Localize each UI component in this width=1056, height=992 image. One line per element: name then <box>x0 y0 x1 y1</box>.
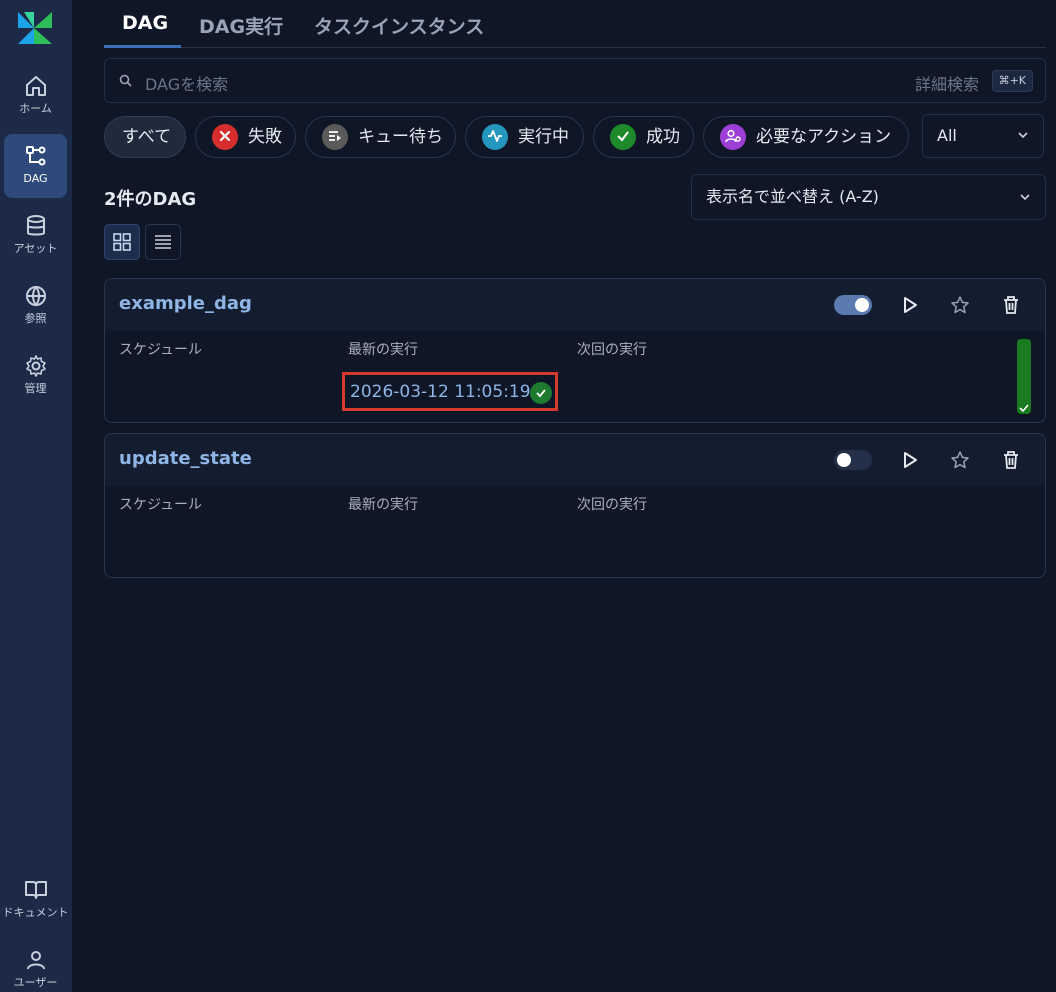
filter-success[interactable]: 成功 <box>593 116 694 158</box>
sidebar-item-admin[interactable]: 管理 <box>4 344 67 408</box>
gear-icon <box>25 355 46 377</box>
chevron-down-icon <box>1018 132 1028 139</box>
list-icon <box>155 235 171 249</box>
tab-task-instances[interactable]: タスクインスタンス <box>314 12 484 39</box>
check-circle-icon <box>610 124 636 150</box>
database-icon <box>26 215 45 236</box>
filter-label: 実行中 <box>518 127 569 147</box>
success-check-icon <box>530 382 552 404</box>
filter-label: 失敗 <box>248 127 282 147</box>
list-view-button[interactable] <box>145 224 181 260</box>
sidebar: ホーム DAG アセット 参照 管理 ドキュメント ユーザー <box>0 0 72 992</box>
grid-icon <box>113 233 131 251</box>
last-run-label: 最新の実行 <box>348 342 418 358</box>
play-icon[interactable] <box>902 450 918 470</box>
dag-card-header: example_dag <box>105 279 1045 331</box>
sidebar-item-label: 管理 <box>24 382 47 395</box>
dag-card: example_dag スケジュール 最新の実行 次回の実行 2026-03-1… <box>104 278 1046 423</box>
x-circle-icon <box>212 124 238 150</box>
search-input[interactable]: DAGを検索 詳細検索 ⌘+K <box>104 58 1046 103</box>
shortcut-badge: ⌘+K <box>991 70 1033 92</box>
next-run-label: 次回の実行 <box>577 342 647 358</box>
sidebar-item-docs[interactable]: ドキュメント <box>3 868 69 932</box>
user-icon <box>26 951 45 970</box>
tab-dag[interactable]: DAG <box>122 12 168 34</box>
globe-icon <box>25 286 46 307</box>
filter-all[interactable]: すべて <box>104 116 186 158</box>
recent-run-bar[interactable] <box>1017 339 1031 414</box>
filter-label: 必要なアクション <box>756 127 892 147</box>
queue-icon <box>322 124 348 150</box>
play-icon[interactable] <box>902 295 918 315</box>
sidebar-item-home[interactable]: ホーム <box>4 64 67 128</box>
last-run-highlight: 2026-03-12 11:05:19 <box>342 372 558 411</box>
filter-label: キュー待ち <box>358 127 443 147</box>
trash-icon[interactable] <box>1002 295 1020 315</box>
search-icon <box>119 74 132 87</box>
last-run-label: 最新の実行 <box>348 497 418 513</box>
schedule-label: スケジュール <box>119 342 203 358</box>
last-run-link[interactable]: 2026-03-12 11:05:19 <box>350 382 531 402</box>
filter-running[interactable]: 実行中 <box>465 116 584 158</box>
sort-select-value: 表示名で並べ替え (A-Z) <box>706 187 879 206</box>
filter-queued[interactable]: キュー待ち <box>305 116 456 158</box>
dag-icon <box>25 146 45 166</box>
activity-icon <box>482 124 508 150</box>
book-icon <box>24 881 47 899</box>
sidebar-item-label: ホーム <box>19 102 52 115</box>
sidebar-item-assets[interactable]: アセット <box>4 204 67 268</box>
sidebar-item-label: DAG <box>23 172 48 185</box>
filter-action-required[interactable]: 必要なアクション <box>703 116 909 158</box>
filter-label: すべて <box>122 127 172 147</box>
active-tab-indicator <box>104 45 181 48</box>
sidebar-item-browse[interactable]: 参照 <box>4 274 67 338</box>
dag-pause-toggle[interactable] <box>834 450 872 470</box>
check-icon <box>1019 404 1029 413</box>
sidebar-item-dag[interactable]: DAG <box>4 134 67 198</box>
dag-card-header: update_state <box>105 434 1045 486</box>
dag-count-title: 2件のDAG <box>104 189 197 210</box>
chevron-down-icon <box>1020 194 1030 201</box>
dag-name-link[interactable]: example_dag <box>119 293 252 314</box>
star-icon[interactable] <box>950 295 970 315</box>
sidebar-item-label: ドキュメント <box>2 906 69 919</box>
dag-pause-toggle[interactable] <box>834 295 872 315</box>
filter-label: 成功 <box>646 127 680 147</box>
state-select-value: All <box>937 126 957 145</box>
sidebar-item-user[interactable]: ユーザー <box>4 938 67 992</box>
next-run-label: 次回の実行 <box>577 497 647 513</box>
user-action-icon <box>720 124 746 150</box>
state-select[interactable]: All <box>922 114 1044 158</box>
sidebar-item-label: アセット <box>13 242 58 255</box>
card-view-button[interactable] <box>104 224 140 260</box>
search-placeholder: DAGを検索 <box>145 75 229 94</box>
sort-select[interactable]: 表示名で並べ替え (A-Z) <box>691 174 1046 220</box>
dag-name-link[interactable]: update_state <box>119 448 252 469</box>
star-icon[interactable] <box>950 450 970 470</box>
trash-icon[interactable] <box>1002 450 1020 470</box>
tab-dag-runs[interactable]: DAG実行 <box>199 12 283 39</box>
schedule-label: スケジュール <box>119 497 203 513</box>
airflow-logo[interactable] <box>14 8 56 48</box>
sidebar-item-label: ユーザー <box>13 976 58 989</box>
home-icon <box>25 76 46 96</box>
dag-card: update_state スケジュール 最新の実行 次回の実行 <box>104 433 1046 578</box>
sidebar-item-label: 参照 <box>24 312 47 325</box>
tab-bar: DAG DAG実行 タスクインスタンス <box>104 0 1046 48</box>
advanced-search-link[interactable]: 詳細検索 <box>915 71 979 95</box>
filter-failed[interactable]: 失敗 <box>195 116 296 158</box>
